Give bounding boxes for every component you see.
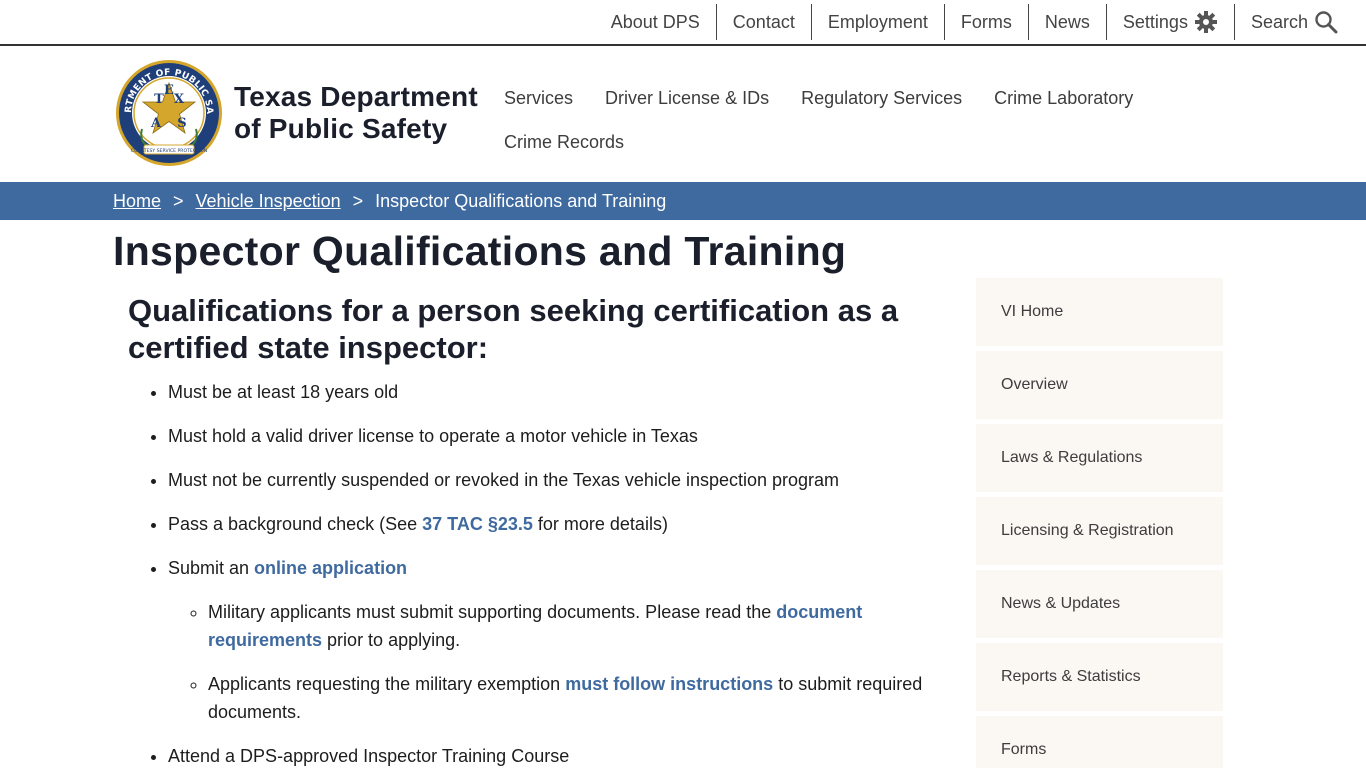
employment-link[interactable]: Employment [812,4,945,40]
online-application-link[interactable]: online application [254,558,407,578]
main-nav: Services Driver License & IDs Regulatory… [488,76,1168,164]
sidebar-item-reports-statistics[interactable]: Reports & Statistics [976,643,1223,711]
main-content: Qualifications for a person seeking cert… [128,292,968,768]
list-item-age: Must be at least 18 years old [168,378,968,406]
list-item-training: Attend a DPS-approved Inspector Training… [168,742,968,768]
seal-letter-e: E [164,83,174,98]
utility-bar: About DPS Contact Employment Forms News … [0,0,1366,46]
nav-crime-laboratory[interactable]: Crime Laboratory [978,76,1149,120]
seal-letter-t: T [154,92,164,107]
nav-services[interactable]: Services [488,76,589,120]
about-dps-link[interactable]: About DPS [595,4,717,40]
utility-nav: About DPS Contact Employment Forms News … [595,4,1344,40]
breadcrumb-home-link[interactable]: Home [113,191,161,212]
sublist-item-exemption: Applicants requesting the military exemp… [208,670,968,726]
submit-text-pre: Submit an [168,558,255,578]
section-sidebar: VI Home Overview Laws & Regulations Lice… [976,278,1223,768]
sidebar-item-news-updates[interactable]: News & Updates [976,570,1223,638]
search-icon [1314,10,1338,34]
seal-letter-s: S [177,116,186,131]
search-label: Search [1250,11,1308,32]
forms-label: Forms [960,11,1012,32]
seal-letter-x: X [174,92,185,107]
list-item-background-check: Pass a background check (See 37 TAC §23.… [168,510,968,538]
sidebar-item-forms[interactable]: Forms [976,716,1223,768]
military-text-post: prior to applying. [322,630,461,650]
military-text-pre: Military applicants must submit supporti… [208,602,777,622]
qualifications-list: Must be at least 18 years old Must hold … [168,378,968,768]
search-button[interactable]: Search [1235,4,1344,40]
agency-name-line2: of Public Safety [234,113,448,144]
follow-instructions-link[interactable]: must follow instructions [565,674,773,694]
seal-letter-a: A [150,116,162,131]
sidebar-item-overview[interactable]: Overview [976,351,1223,419]
news-link[interactable]: News [1029,4,1107,40]
qualifications-heading: Qualifications for a person seeking cert… [128,293,899,365]
application-sublist: Military applicants must submit supporti… [208,598,968,726]
sidebar-item-vi-home[interactable]: VI Home [976,278,1223,346]
list-item-application: Submit an online application Military ap… [168,554,968,726]
seal-motto: COURTESY SERVICE PROTECTION [131,148,207,154]
nav-driver-license-ids[interactable]: Driver License & IDs [589,76,785,120]
tac-23-5-link[interactable]: 37 TAC §23.5 [422,514,533,534]
gear-icon [1194,10,1218,34]
contact-label: Contact [732,11,795,32]
contact-link[interactable]: Contact [717,4,812,40]
list-item-license: Must hold a valid driver license to oper… [168,422,968,450]
dps-seal-logo[interactable]: DEPARTMENT OF PUBLIC SAFETY T E X A S CO… [110,52,224,167]
settings-label: Settings [1122,11,1188,32]
sidebar-item-laws-regulations[interactable]: Laws & Regulations [976,424,1223,492]
background-text-post: for more details) [532,514,668,534]
breadcrumb-separator: > [173,190,184,211]
agency-name[interactable]: Texas Department of Public Safety [234,81,478,145]
employment-label: Employment [827,11,928,32]
agency-name-line1: Texas Department [234,81,478,112]
breadcrumb-separator: > [352,190,364,211]
forms-link[interactable]: Forms [945,4,1029,40]
list-item-suspension: Must not be currently suspended or revok… [168,466,968,494]
page-title: Inspector Qualifications and Training [113,228,847,274]
news-label: News [1044,11,1090,32]
about-dps-label: About DPS [610,11,700,32]
nav-regulatory-services[interactable]: Regulatory Services [785,76,978,120]
site-header: DEPARTMENT OF PUBLIC SAFETY T E X A S CO… [0,46,1366,182]
sublist-item-military: Military applicants must submit supporti… [208,598,968,654]
nav-crime-records[interactable]: Crime Records [488,120,640,164]
settings-button[interactable]: Settings [1107,4,1235,40]
breadcrumb: Home > Vehicle Inspection > Inspector Qu… [0,182,1366,220]
exemption-text-pre: Applicants requesting the military exemp… [208,674,566,694]
breadcrumb-vehicle-inspection-link[interactable]: Vehicle Inspection [196,191,341,212]
breadcrumb-current: Inspector Qualifications and Training [375,190,667,211]
background-text-pre: Pass a background check (See [168,514,423,534]
sidebar-item-licensing-registration[interactable]: Licensing & Registration [976,497,1223,565]
